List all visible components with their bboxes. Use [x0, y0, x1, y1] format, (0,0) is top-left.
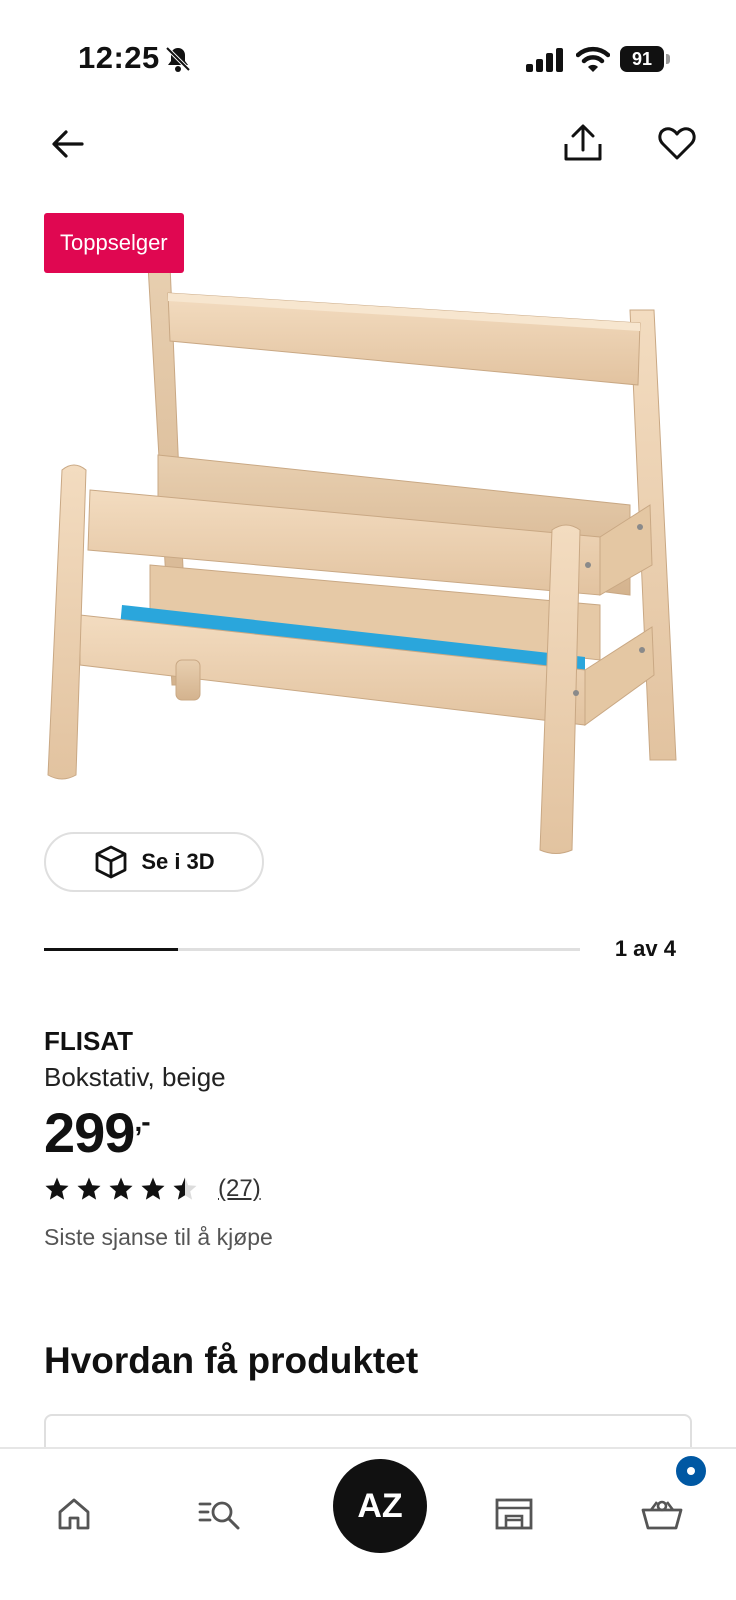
bottom-tab-bar: AZ	[0, 1447, 736, 1600]
cart-icon	[641, 1500, 683, 1530]
wifi-icon	[576, 46, 610, 72]
back-button[interactable]	[44, 120, 92, 168]
product-name: FLISAT	[44, 1026, 134, 1056]
share-icon	[564, 124, 602, 161]
tab-home[interactable]	[44, 1469, 104, 1559]
price-suffix: ,-	[134, 1106, 150, 1137]
cart-badge	[674, 1454, 708, 1488]
cart-badge-dot	[687, 1467, 695, 1475]
tab-profile[interactable]: AZ	[332, 1459, 428, 1553]
status-bar: 12:25 91	[0, 0, 736, 100]
star-half-icon	[173, 1177, 197, 1200]
review-count-link[interactable]: (27)	[218, 1175, 261, 1203]
view-3d-label: Se i 3D	[141, 849, 215, 874]
store-icon	[495, 1498, 533, 1530]
cellular-signal-icon	[526, 48, 563, 72]
home-icon	[58, 1498, 90, 1530]
carousel-counter: 1 av 4	[614, 936, 676, 961]
tab-search[interactable]	[190, 1469, 250, 1559]
bell-slash-icon	[165, 46, 191, 72]
section-title: Hvordan få produktet	[44, 1340, 419, 1381]
product-price: 299,-	[44, 1100, 151, 1165]
star-filled-icon	[109, 1177, 133, 1200]
star-filled-icon	[141, 1177, 165, 1200]
view-3d-button[interactable]: Se i 3D	[44, 832, 264, 892]
tab-store[interactable]	[484, 1469, 544, 1559]
carousel-progress	[44, 948, 580, 951]
star-filled-icon	[77, 1177, 101, 1200]
avatar: AZ	[333, 1459, 427, 1553]
favorite-button[interactable]	[652, 118, 702, 168]
price-value: 299	[44, 1101, 135, 1164]
rating[interactable]: (27)	[44, 1174, 261, 1204]
heart-icon	[658, 127, 696, 160]
availability-status: Siste sjanse til å kjøpe	[44, 1224, 273, 1250]
product-image[interactable]	[40, 265, 696, 885]
top-seller-badge: Toppselger	[44, 213, 184, 273]
product-description: Bokstativ, beige	[44, 1062, 226, 1092]
rating-stars	[44, 1176, 198, 1202]
arrow-left-icon	[52, 130, 84, 158]
share-button[interactable]	[558, 118, 608, 168]
battery-indicator: 91	[620, 46, 670, 72]
search-list-icon	[198, 1501, 240, 1530]
cube-3d-icon	[95, 845, 127, 879]
carousel-progress-fill	[44, 948, 178, 951]
star-filled-icon	[45, 1177, 69, 1200]
status-time: 12:25	[78, 40, 160, 75]
battery-level: 91	[631, 49, 653, 69]
